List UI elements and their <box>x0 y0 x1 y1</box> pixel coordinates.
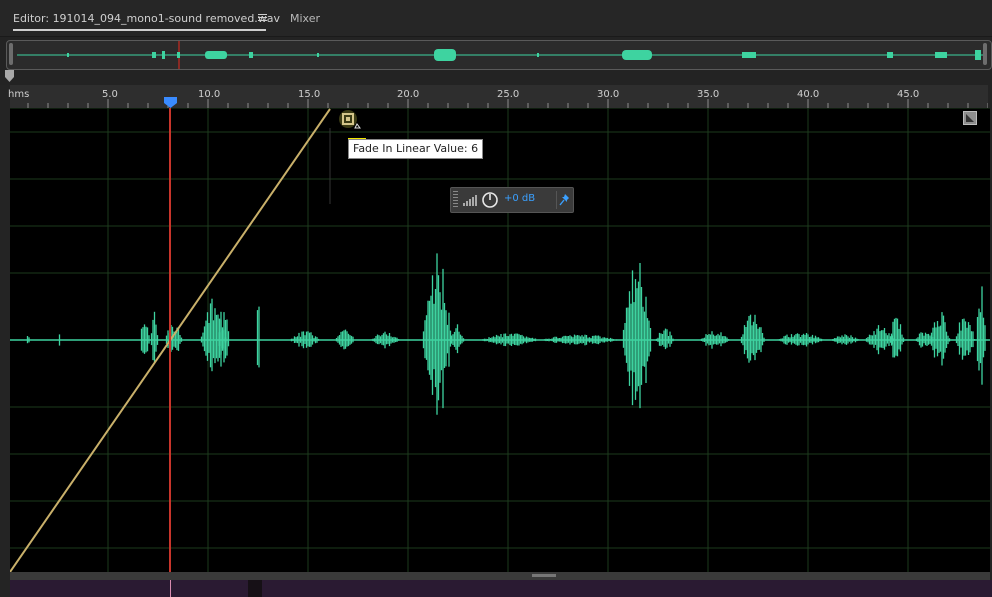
ruler-label: 35.0 <box>697 89 720 100</box>
overview-left-handle[interactable] <box>9 43 13 65</box>
waveform-editor-area[interactable] <box>10 108 990 572</box>
ruler-label: 15.0 <box>298 89 321 100</box>
playhead-marker-icon[interactable] <box>164 97 177 108</box>
fade-handle-icon[interactable] <box>339 110 363 134</box>
tab-mixer[interactable]: Mixer <box>290 12 320 25</box>
hamburger-menu-icon[interactable] <box>258 14 267 22</box>
volume-value[interactable]: +0 dB <box>504 193 535 204</box>
ruler-label: 25.0 <box>497 89 520 100</box>
hud-drag-grip[interactable] <box>453 191 458 209</box>
panel-tab-bar: Editor: 191014_094_mono1-sound removed.w… <box>0 0 992 37</box>
active-tab-indicator <box>13 29 266 31</box>
volume-knob-icon[interactable] <box>482 192 498 208</box>
spectral-panel <box>10 580 992 597</box>
ruler-label: 30.0 <box>597 89 620 100</box>
ruler-unit-label: hms <box>8 89 30 100</box>
ruler-label: 10.0 <box>198 89 221 100</box>
ruler-label: 40.0 <box>797 89 820 100</box>
volume-hud[interactable]: +0 dB <box>450 187 574 213</box>
overview-right-handle[interactable] <box>983 43 987 65</box>
zoom-corner-icon[interactable] <box>963 111 977 125</box>
fade-tooltip: Fade In Linear Value: 6 <box>348 139 484 159</box>
tab-editor[interactable]: Editor: 191014_094_mono1-sound removed.w… <box>13 12 280 25</box>
zoom-slider-handle[interactable] <box>5 70 14 82</box>
audio-editor-window: Editor: 191014_094_mono1-sound removed.w… <box>0 0 992 597</box>
spectral-dark-region <box>248 580 262 597</box>
overview-waveform <box>17 41 983 69</box>
pin-icon[interactable] <box>559 193 571 207</box>
spectral-playhead <box>170 580 171 597</box>
waveform-display <box>10 108 990 572</box>
level-meter-icon <box>463 195 477 206</box>
horizontal-scrollbar[interactable] <box>10 572 990 580</box>
hud-separator <box>556 191 557 209</box>
ruler-label: 5.0 <box>102 89 118 100</box>
waveform-overview-bar[interactable] <box>6 40 992 70</box>
scrollbar-grip[interactable] <box>532 574 556 577</box>
ruler-label: 45.0 <box>897 89 920 100</box>
ruler-label: 20.0 <box>397 89 420 100</box>
time-ruler[interactable]: hms 5.0 10.0 15.0 20.0 25.0 30.0 35.0 40… <box>8 85 988 109</box>
